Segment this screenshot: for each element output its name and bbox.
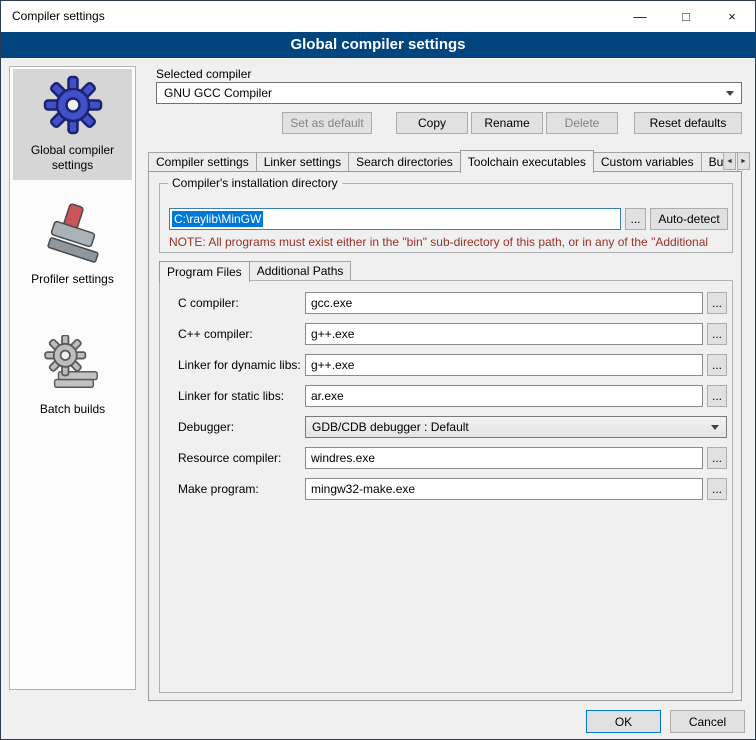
- compiler-settings-dialog: Compiler settings — □ × Global compiler …: [0, 0, 756, 740]
- form-row: Linker for static libs: ar.exe ...: [160, 385, 732, 407]
- c-compiler-label: C compiler:: [178, 296, 239, 310]
- c-compiler-browse-button[interactable]: ...: [707, 292, 727, 314]
- subtab-additional-paths[interactable]: Additional Paths: [249, 261, 352, 281]
- sidebar-item-profiler-settings[interactable]: Profiler settings: [13, 198, 132, 294]
- program-files-panel: C compiler: gcc.exe ... C++ compiler: g+…: [159, 280, 733, 693]
- profiler-tool-icon: [44, 203, 102, 265]
- cpp-compiler-input[interactable]: g++.exe: [305, 323, 703, 345]
- caption-buttons: — □ ×: [617, 1, 755, 32]
- linker-dynamic-input[interactable]: g++.exe: [305, 354, 703, 376]
- tab-custom-variables[interactable]: Custom variables: [593, 152, 702, 172]
- resource-compiler-label: Resource compiler:: [178, 451, 281, 465]
- reset-defaults-button[interactable]: Reset defaults: [634, 112, 742, 134]
- cpp-compiler-browse-button[interactable]: ...: [707, 323, 727, 345]
- compiler-select-value: GNU GCC Compiler: [164, 86, 272, 100]
- toolchain-executables-panel: Compiler's installation directory C:\ray…: [148, 171, 742, 701]
- install-dir-browse-button[interactable]: ...: [625, 208, 646, 230]
- tab-scroll-right-icon[interactable]: ►: [737, 152, 750, 170]
- delete-button[interactable]: Delete: [546, 112, 618, 134]
- batch-builds-gears-icon: [43, 335, 103, 395]
- window-title: Compiler settings: [12, 1, 105, 32]
- tab-linker-settings[interactable]: Linker settings: [256, 152, 349, 172]
- form-row: C++ compiler: g++.exe ...: [160, 323, 732, 345]
- compiler-select[interactable]: GNU GCC Compiler: [156, 82, 742, 104]
- selected-compiler-label: Selected compiler: [156, 67, 251, 81]
- sidebar-item-label: Profiler settings: [31, 272, 114, 287]
- install-dir-input[interactable]: C:\raylib\MinGW: [169, 208, 621, 230]
- make-program-input[interactable]: mingw32-make.exe: [305, 478, 703, 500]
- ok-button[interactable]: OK: [586, 710, 661, 733]
- sidebar-item-batch-builds[interactable]: Batch builds: [13, 330, 132, 424]
- title-bar[interactable]: Compiler settings — □ ×: [1, 1, 755, 32]
- rename-button[interactable]: Rename: [471, 112, 543, 134]
- linker-dynamic-label: Linker for dynamic libs:: [178, 358, 301, 372]
- tab-scroll-left-icon[interactable]: ◄: [723, 152, 736, 170]
- settings-tab-bar: Compiler settings Linker settings Search…: [148, 149, 737, 172]
- make-program-browse-button[interactable]: ...: [707, 478, 727, 500]
- minimize-button[interactable]: —: [617, 1, 663, 32]
- tab-toolchain-executables[interactable]: Toolchain executables: [460, 150, 594, 173]
- cancel-button[interactable]: Cancel: [670, 710, 745, 733]
- c-compiler-input[interactable]: gcc.exe: [305, 292, 703, 314]
- sidebar-item-label: Batch builds: [40, 402, 105, 417]
- debugger-label: Debugger:: [178, 420, 234, 434]
- sidebar-item-label: Global compiler settings: [15, 143, 130, 173]
- tab-search-directories[interactable]: Search directories: [348, 152, 461, 172]
- resource-compiler-input[interactable]: windres.exe: [305, 447, 703, 469]
- close-button[interactable]: ×: [709, 1, 755, 32]
- form-row: Resource compiler: windres.exe ...: [160, 447, 732, 469]
- linker-dynamic-browse-button[interactable]: ...: [707, 354, 727, 376]
- compiler-button-row: Set as default Copy Rename Delete Reset …: [156, 112, 742, 134]
- chevron-down-icon: [706, 418, 724, 436]
- program-files-tab-bar: Program Files Additional Paths: [159, 260, 350, 281]
- debugger-select[interactable]: GDB/CDB debugger : Default: [305, 416, 727, 438]
- linker-static-browse-button[interactable]: ...: [707, 385, 727, 407]
- auto-detect-button[interactable]: Auto-detect: [650, 208, 728, 230]
- linker-static-label: Linker for static libs:: [178, 389, 284, 403]
- cpp-compiler-label: C++ compiler:: [178, 327, 253, 341]
- form-row: Make program: mingw32-make.exe ...: [160, 478, 732, 500]
- install-dir-group: Compiler's installation directory C:\ray…: [159, 183, 733, 253]
- tab-compiler-settings[interactable]: Compiler settings: [148, 152, 257, 172]
- sidebar-item-global-compiler-settings[interactable]: Global compiler settings: [13, 69, 132, 180]
- dialog-header-title: Global compiler settings: [1, 32, 755, 58]
- form-row: C compiler: gcc.exe ...: [160, 292, 732, 314]
- make-program-label: Make program:: [178, 482, 259, 496]
- gear-icon: [42, 74, 104, 136]
- install-dir-note: NOTE: All programs must exist either in …: [169, 235, 729, 249]
- copy-button[interactable]: Copy: [396, 112, 468, 134]
- chevron-down-icon: [721, 84, 739, 102]
- settings-sidebar: Global compiler settings Profiler settin…: [9, 66, 136, 690]
- linker-static-input[interactable]: ar.exe: [305, 385, 703, 407]
- tab-scroll-arrows: ◄ ►: [723, 152, 750, 170]
- install-dir-group-label: Compiler's installation directory: [168, 176, 342, 190]
- resource-compiler-browse-button[interactable]: ...: [707, 447, 727, 469]
- maximize-button[interactable]: □: [663, 1, 709, 32]
- set-as-default-button[interactable]: Set as default: [282, 112, 372, 134]
- form-row: Linker for dynamic libs: g++.exe ...: [160, 354, 732, 376]
- form-row: Debugger: GDB/CDB debugger : Default: [160, 416, 732, 438]
- install-dir-selected-text: C:\raylib\MinGW: [172, 211, 263, 227]
- subtab-program-files[interactable]: Program Files: [159, 261, 250, 282]
